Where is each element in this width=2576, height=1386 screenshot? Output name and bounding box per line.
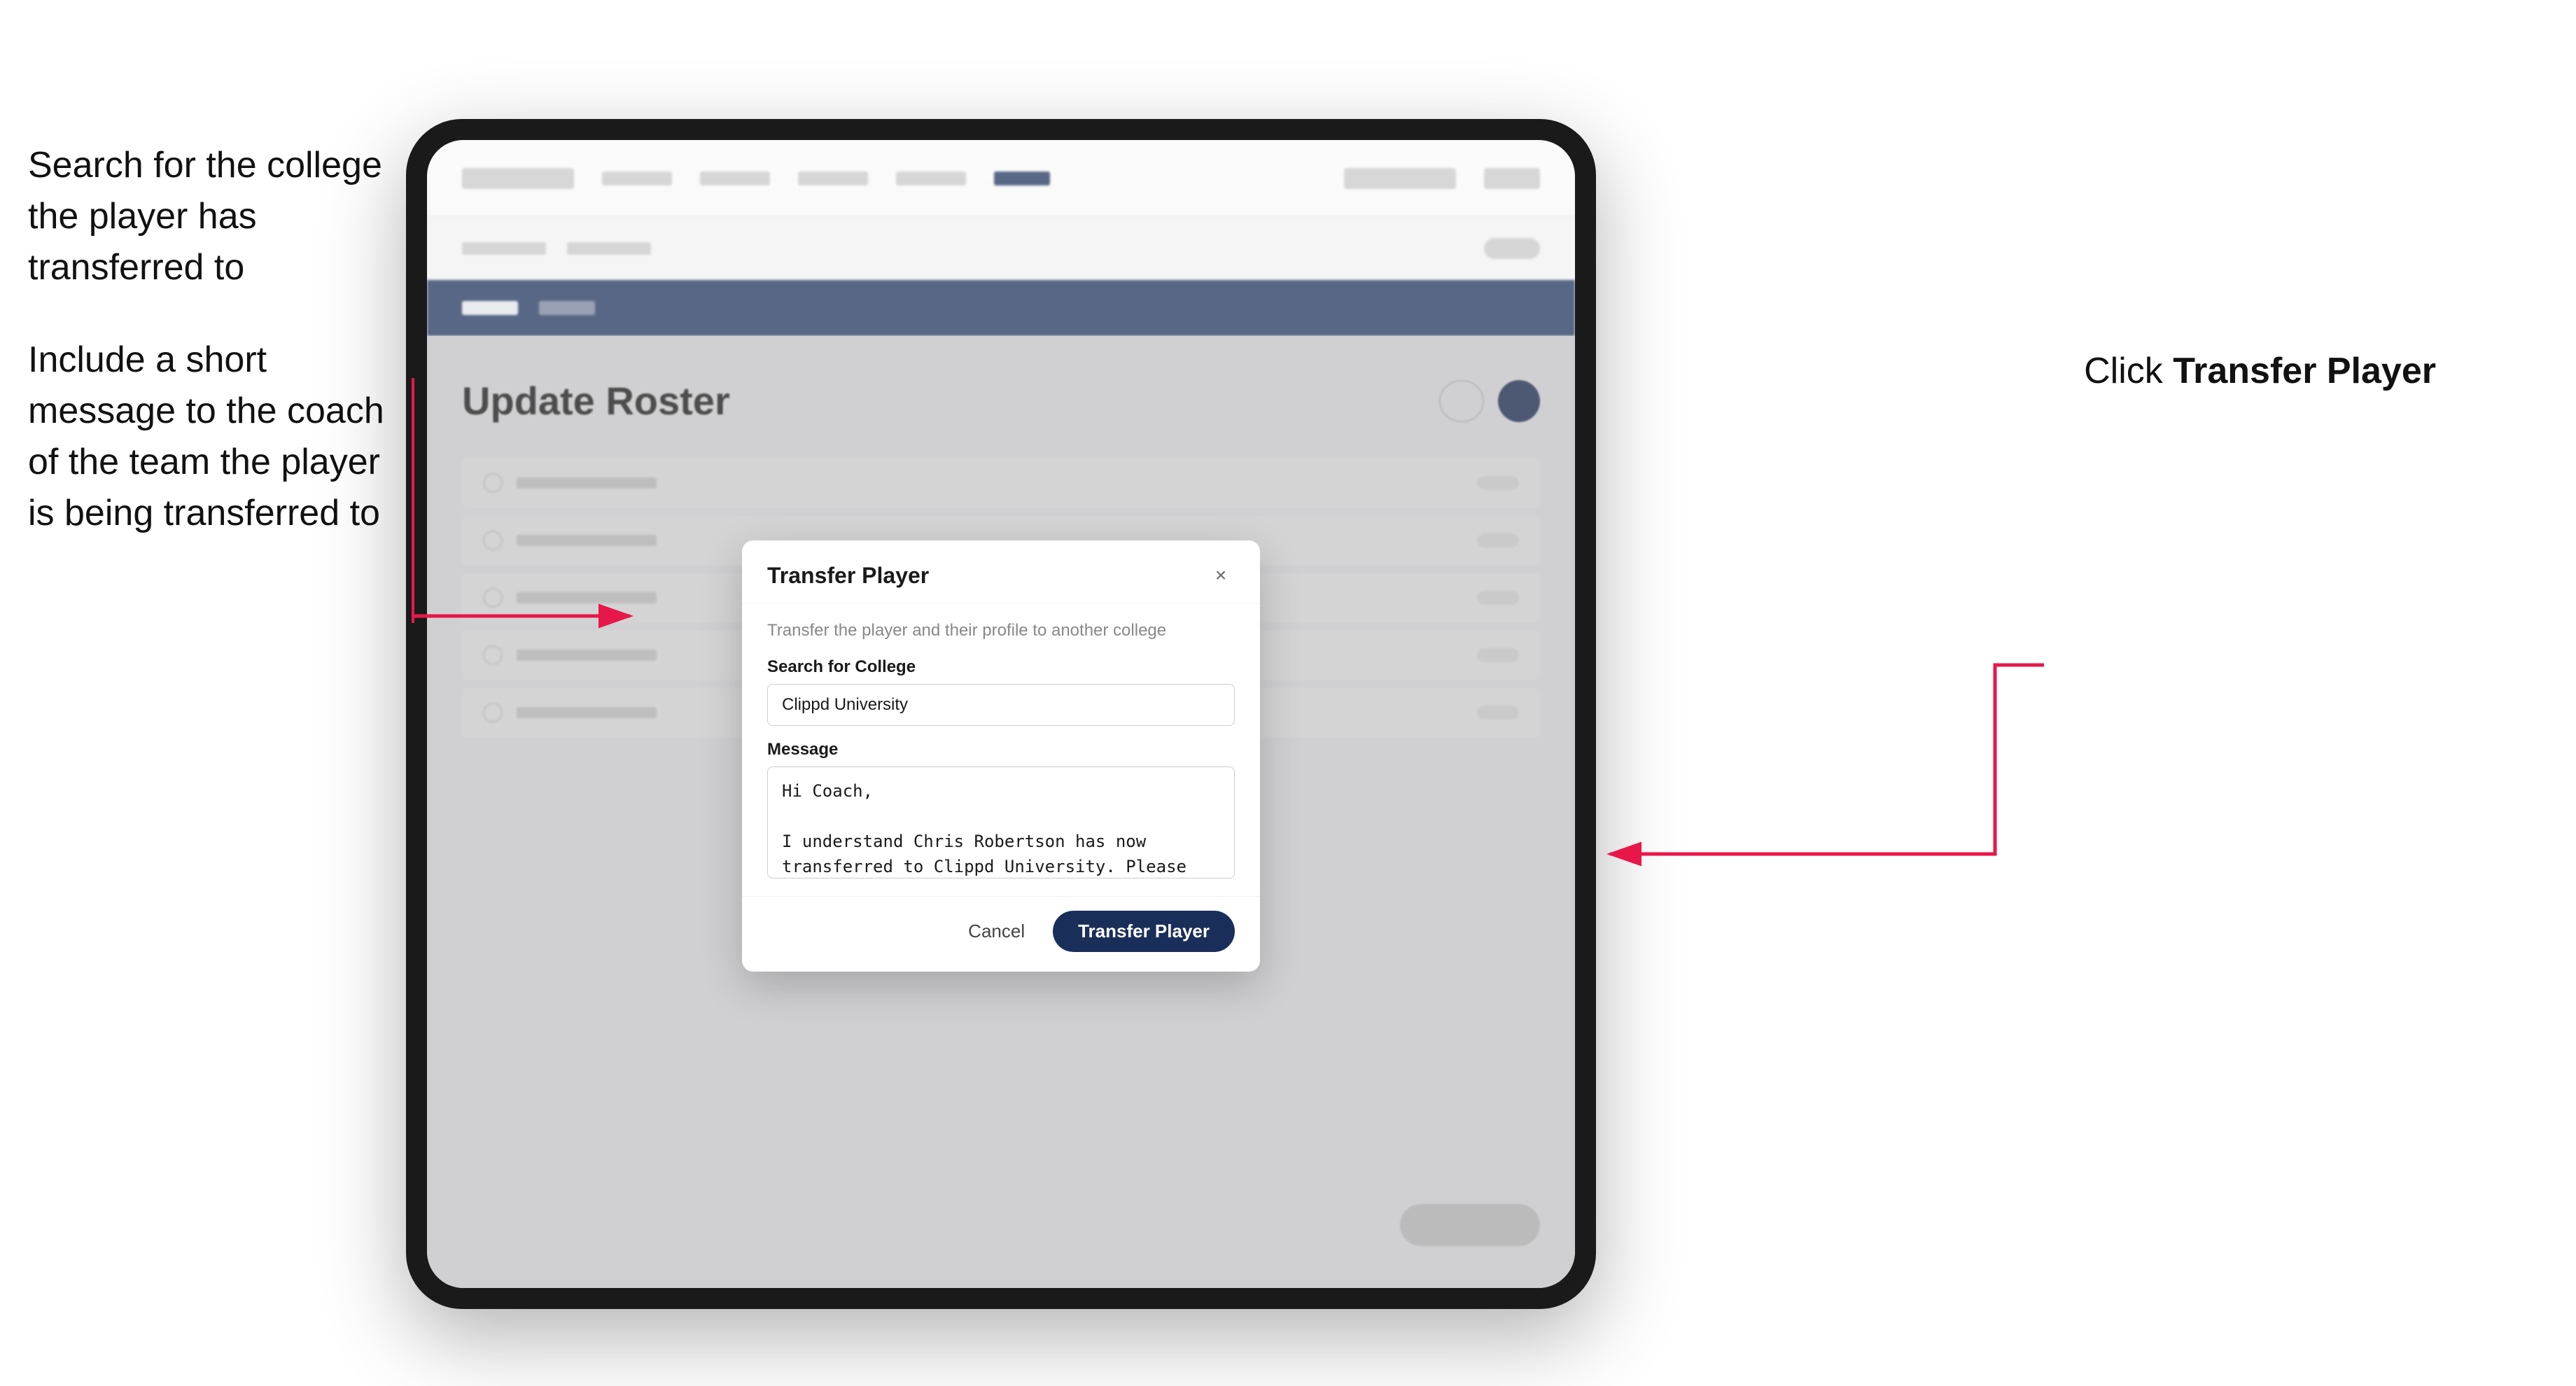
nav-item-active: [994, 172, 1050, 186]
tab-1: [539, 301, 595, 315]
modal-dialog: Transfer Player × Transfer the player an…: [742, 540, 1260, 972]
nav-button: [1484, 168, 1540, 189]
nav-logo: [462, 168, 574, 189]
search-college-label: Search for College: [767, 657, 1235, 677]
nav-item-4: [896, 172, 966, 186]
tabs-bar: [427, 280, 1575, 336]
nav-item-2: [700, 172, 770, 186]
modal-header: Transfer Player ×: [742, 540, 1260, 604]
nav-bar: [427, 140, 1575, 217]
modal-overlay: Transfer Player × Transfer the player an…: [427, 336, 1575, 1288]
annotation-text-1: Search for the college the player has tr…: [28, 140, 392, 293]
cancel-button[interactable]: Cancel: [954, 913, 1039, 949]
annotation-text-2: Include a short message to the coach of …: [28, 335, 392, 538]
nav-item-3: [798, 172, 868, 186]
annotation-left: Search for the college the player has tr…: [28, 140, 392, 581]
sub-action: [1484, 238, 1540, 259]
ipad-device: Update Roster: [406, 119, 1596, 1309]
sub-bar: [427, 217, 1575, 280]
modal-footer: Cancel Transfer Player: [742, 896, 1260, 972]
sub-item-1: [462, 242, 546, 255]
modal-title: Transfer Player: [767, 563, 929, 589]
modal-body: Transfer the player and their profile to…: [742, 604, 1260, 896]
modal-close-button[interactable]: ×: [1207, 561, 1235, 589]
annotation-right-bold: Transfer Player: [2173, 351, 2436, 391]
modal-subtitle: Transfer the player and their profile to…: [767, 621, 1235, 640]
ipad-screen: Update Roster: [427, 140, 1575, 1288]
message-label: Message: [767, 740, 1235, 760]
search-college-input[interactable]: [767, 684, 1235, 726]
nav-item-1: [602, 172, 672, 186]
message-textarea[interactable]: [767, 766, 1235, 878]
annotation-right: Click Transfer Player: [2084, 350, 2436, 392]
transfer-player-button[interactable]: Transfer Player: [1053, 911, 1235, 952]
sub-item-2: [567, 242, 651, 255]
nav-user: [1344, 168, 1456, 189]
tab-active: [462, 301, 518, 315]
annotation-right-prefix: Click: [2084, 351, 2173, 391]
